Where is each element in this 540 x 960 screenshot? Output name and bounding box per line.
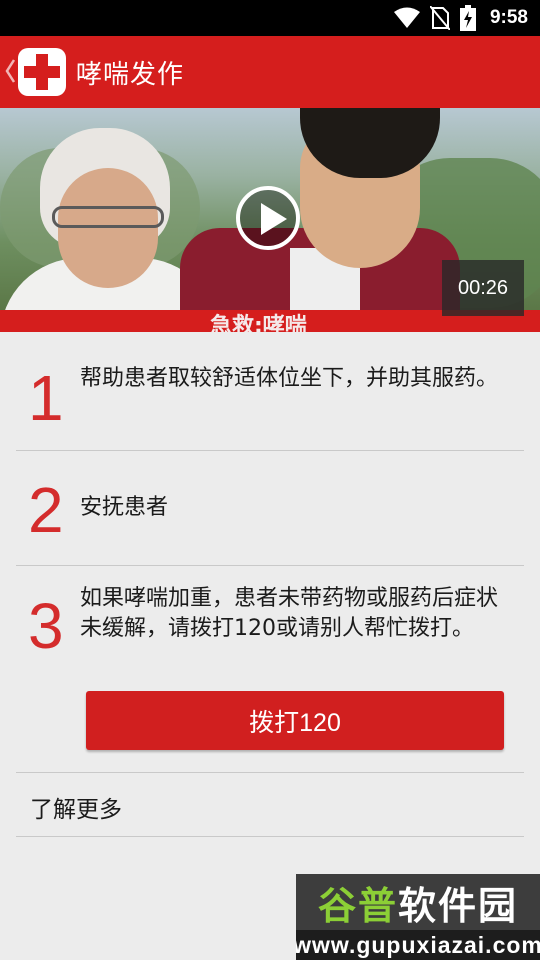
status-icons: 9:58 [393, 0, 528, 36]
status-bar: 9:58 [0, 0, 540, 36]
step-3: 3 如果哮喘加重，患者未带药物或服药后症状未缓解，请拨打120或请别人帮忙拨打。 [0, 566, 540, 686]
app-bar: 哮喘发作 [0, 36, 540, 108]
chevron-left-icon[interactable] [4, 58, 16, 88]
watermark-url: www.gupuxiazai.com [296, 930, 540, 960]
clock: 9:58 [489, 7, 528, 28]
step-number: 2 [28, 474, 64, 546]
step-text: 帮助患者取较舒适体位坐下，并助其服药。 [80, 366, 499, 391]
play-icon[interactable] [236, 186, 300, 250]
step-2: 2 安抚患者 [0, 451, 540, 565]
step-number: 3 [28, 590, 64, 662]
watermark: 谷普 软件园 www.gupuxiazai.com [296, 874, 540, 960]
step-1: 1 帮助患者取较舒适体位坐下，并助其服药。 [0, 332, 540, 450]
video-duration: 00:26 [442, 260, 524, 316]
no-sim-icon [429, 6, 450, 30]
divider [16, 836, 524, 837]
step-text: 如果哮喘加重，患者未带药物或服药后症状未缓解，请拨打120或请别人帮忙拨打。 [80, 586, 499, 641]
step-text: 安抚患者 [80, 495, 169, 520]
call-120-button[interactable]: 拨打120 [86, 691, 504, 750]
red-cross-icon[interactable] [18, 48, 66, 96]
battery-charging-icon [459, 5, 476, 31]
learn-more-link[interactable]: 了解更多 [30, 790, 122, 824]
step-number: 1 [28, 362, 64, 434]
video-caption-text: 急救:哮喘 [210, 314, 307, 333]
divider [16, 772, 524, 773]
page-title: 哮喘发作 [76, 60, 185, 90]
watermark-title: 谷普 软件园 [296, 874, 540, 930]
video-player[interactable]: 急救:哮喘 00:26 [0, 108, 540, 332]
wifi-icon [393, 7, 420, 29]
